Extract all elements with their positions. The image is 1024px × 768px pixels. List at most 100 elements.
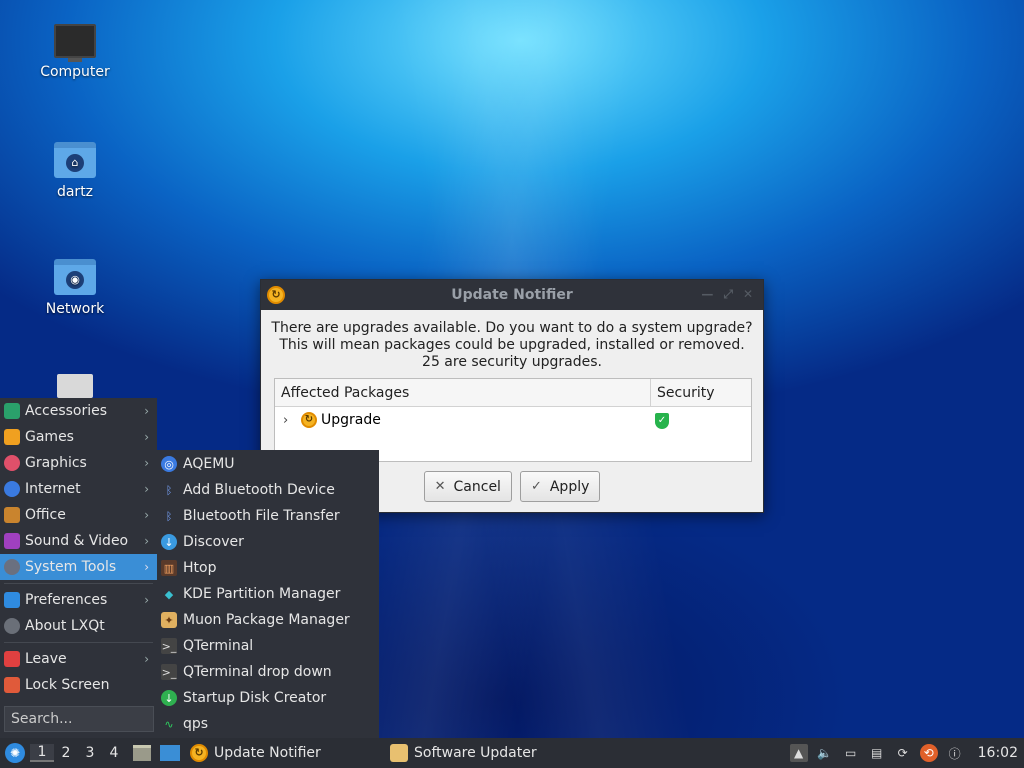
system-tray: ▲ 🔈 ▭ ▤ ⟳ ⟲ ⓘ 16:02 bbox=[789, 738, 1024, 768]
desktop-icon-home-folder[interactable]: ⌂ dartz bbox=[25, 142, 125, 200]
cancel-button[interactable]: ✕ Cancel bbox=[423, 471, 512, 502]
desktop-icon-computer[interactable]: Computer bbox=[25, 24, 125, 80]
sound-video-icon bbox=[4, 533, 20, 549]
taskbar: ✺ 1 2 3 4 ↻ Update Notifier Software Upd… bbox=[0, 738, 1024, 768]
ubuntu-updates-icon[interactable]: ⟲ bbox=[919, 744, 938, 762]
menu-item-graphics[interactable]: Graphics › bbox=[0, 450, 157, 476]
menu-item-leave[interactable]: Leave › bbox=[0, 646, 157, 672]
desktop-switch-1[interactable]: 1 bbox=[30, 744, 54, 762]
show-desktop-icon bbox=[160, 745, 180, 761]
desktop-icon-label: Network bbox=[45, 301, 105, 317]
system-tools-submenu: ◎ AQEMU ᛒ Add Bluetooth Device ᛒ Bluetoo… bbox=[157, 450, 379, 738]
maximize-icon[interactable]: ⤢ bbox=[723, 287, 733, 302]
htop-icon: ▥ bbox=[161, 560, 177, 576]
startup-disk-icon: ↓ bbox=[161, 690, 177, 706]
submenu-item-label: qps bbox=[183, 716, 209, 732]
submenu-item-label: Htop bbox=[183, 560, 217, 576]
submenu-item-htop[interactable]: ▥ Htop bbox=[157, 555, 379, 581]
table-header: Affected Packages Security bbox=[275, 379, 751, 407]
menu-separator bbox=[4, 583, 153, 584]
package-name: Upgrade bbox=[321, 412, 381, 428]
submenu-item-qterminal-drop-down[interactable]: >_ QTerminal drop down bbox=[157, 659, 379, 685]
submenu-item-discover[interactable]: ↓ Discover bbox=[157, 529, 379, 555]
menu-item-lock-screen[interactable]: Lock Screen bbox=[0, 672, 157, 698]
update-notifier-icon: ↻ bbox=[190, 744, 208, 762]
lock-icon bbox=[4, 677, 20, 693]
upgrade-icon: ↻ bbox=[301, 412, 317, 428]
menu-item-preferences[interactable]: Preferences › bbox=[0, 587, 157, 613]
task-software-updater[interactable]: Software Updater bbox=[382, 738, 582, 768]
menu-item-sound-video[interactable]: Sound & Video › bbox=[0, 528, 157, 554]
dialog-titlebar[interactable]: ↻ Update Notifier — ⤢ ✕ bbox=[261, 280, 763, 310]
desktop-icon-label: dartz bbox=[56, 184, 94, 200]
submenu-item-kde-partition-manager[interactable]: ◆ KDE Partition Manager bbox=[157, 581, 379, 607]
package-icon: ✦ bbox=[161, 612, 177, 628]
network-folder-icon: ◉ bbox=[54, 259, 96, 295]
computer-icon bbox=[54, 24, 96, 62]
menu-item-label: Office bbox=[25, 507, 66, 523]
menu-item-label: Internet bbox=[25, 481, 81, 497]
desktop-icon-label: Computer bbox=[40, 64, 110, 80]
task-update-notifier[interactable]: ↻ Update Notifier bbox=[182, 738, 382, 768]
discover-icon: ↓ bbox=[161, 534, 177, 550]
apply-label: Apply bbox=[549, 478, 590, 495]
file-manager-icon bbox=[133, 745, 151, 761]
menu-item-games[interactable]: Games › bbox=[0, 424, 157, 450]
graphics-icon bbox=[4, 455, 20, 471]
show-desktop-launcher[interactable] bbox=[158, 742, 182, 764]
submenu-item-qps[interactable]: ∿ qps bbox=[157, 711, 379, 737]
column-header-packages[interactable]: Affected Packages bbox=[275, 379, 651, 406]
submenu-item-aqemu[interactable]: ◎ AQEMU bbox=[157, 451, 379, 477]
minimize-icon[interactable]: — bbox=[701, 287, 713, 302]
tray-up-arrow-icon[interactable]: ▲ bbox=[789, 744, 808, 762]
expand-chevron-icon[interactable]: › bbox=[283, 413, 297, 428]
desktop-switch-2[interactable]: 2 bbox=[54, 745, 78, 761]
preferences-icon bbox=[4, 592, 20, 608]
clipboard-icon[interactable]: ▤ bbox=[868, 744, 886, 762]
menu-item-label: Graphics bbox=[25, 455, 87, 471]
software-updater-icon bbox=[390, 744, 408, 762]
cancel-icon: ✕ bbox=[434, 479, 446, 494]
column-header-security[interactable]: Security bbox=[651, 379, 721, 406]
sync-icon[interactable]: ⟳ bbox=[894, 744, 912, 762]
desktop-icon-network[interactable]: ◉ Network bbox=[25, 259, 125, 317]
menu-item-office[interactable]: Office › bbox=[0, 502, 157, 528]
system-tools-icon bbox=[4, 559, 20, 575]
menu-separator bbox=[4, 642, 153, 643]
chevron-right-icon: › bbox=[144, 404, 149, 418]
submenu-item-label: QTerminal drop down bbox=[183, 664, 332, 680]
desktop-switch-4[interactable]: 4 bbox=[102, 745, 126, 761]
menu-item-label: Accessories bbox=[25, 403, 108, 419]
power-icon bbox=[4, 651, 20, 667]
submenu-item-label: Add Bluetooth Device bbox=[183, 482, 335, 498]
chevron-right-icon: › bbox=[144, 430, 149, 444]
menu-item-internet[interactable]: Internet › bbox=[0, 476, 157, 502]
submenu-item-add-bluetooth-device[interactable]: ᛒ Add Bluetooth Device bbox=[157, 477, 379, 503]
submenu-item-bluetooth-file-transfer[interactable]: ᛒ Bluetooth File Transfer bbox=[157, 503, 379, 529]
bluetooth-icon: ᛒ bbox=[165, 509, 173, 523]
close-icon[interactable]: ✕ bbox=[743, 287, 753, 302]
volume-icon[interactable]: 🔈 bbox=[816, 744, 834, 762]
check-icon: ✓ bbox=[530, 479, 542, 494]
qps-icon: ∿ bbox=[164, 717, 174, 731]
start-button[interactable]: ✺ bbox=[0, 738, 30, 768]
security-shield-icon: ✓ bbox=[655, 413, 669, 429]
submenu-item-startup-disk-creator[interactable]: ↓ Startup Disk Creator bbox=[157, 685, 379, 711]
terminal-icon: >_ bbox=[161, 664, 177, 680]
menu-item-system-tools[interactable]: System Tools › bbox=[0, 554, 157, 580]
menu-item-about-lxqt[interactable]: About LXQt bbox=[0, 613, 157, 639]
submenu-item-qterminal[interactable]: >_ QTerminal bbox=[157, 633, 379, 659]
menu-item-accessories[interactable]: Accessories › bbox=[0, 398, 157, 424]
submenu-item-muon-package-manager[interactable]: ✦ Muon Package Manager bbox=[157, 607, 379, 633]
clock[interactable]: 16:02 bbox=[978, 745, 1018, 761]
accessories-icon bbox=[4, 403, 20, 419]
bluetooth-icon: ᛒ bbox=[165, 483, 173, 497]
notification-icon[interactable]: ⓘ bbox=[946, 744, 964, 762]
table-row[interactable]: › ↻ Upgrade ✓ bbox=[275, 407, 751, 433]
menu-search-input[interactable]: Search... bbox=[4, 706, 154, 732]
file-manager-launcher[interactable] bbox=[130, 742, 154, 764]
apply-button[interactable]: ✓ Apply bbox=[519, 471, 601, 502]
desktop-switch-3[interactable]: 3 bbox=[78, 745, 102, 761]
network-icon[interactable]: ▭ bbox=[842, 744, 860, 762]
message-line: 25 are security upgrades. bbox=[422, 354, 602, 370]
